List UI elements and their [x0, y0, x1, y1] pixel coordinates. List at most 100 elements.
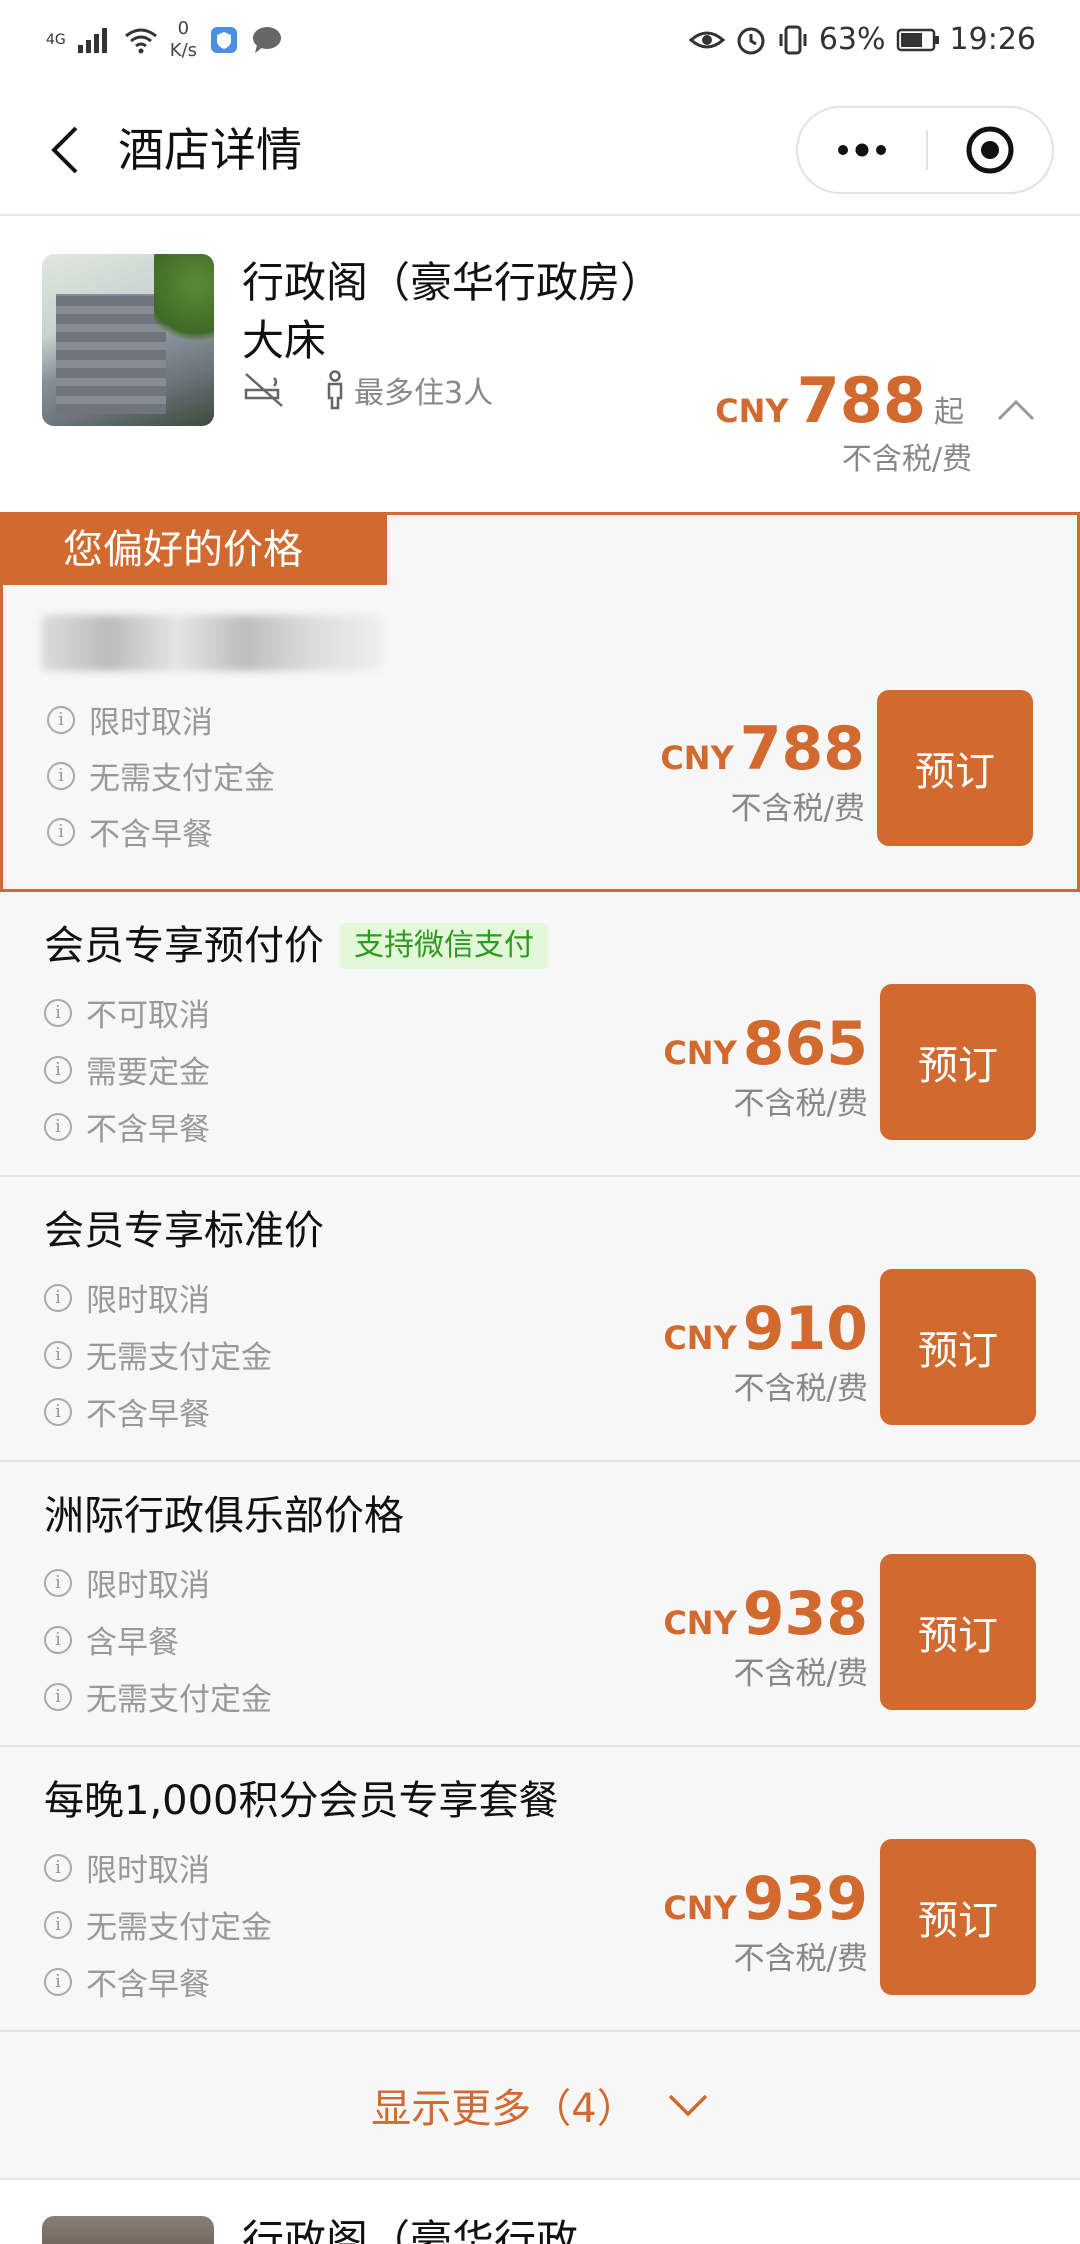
info-icon: i [44, 1625, 72, 1654]
rate-title-row: 每晚1,000积分会员专享套餐 [44, 1773, 559, 1829]
info-icon: i [44, 1112, 72, 1141]
rate-price: CNY 865 不含税/费 [663, 1012, 868, 1123]
price-value: 939 [742, 1864, 868, 1934]
room-name: 行政阁（豪华行政 [242, 2216, 579, 2244]
feature-item: i 无需支付定金 [44, 1902, 272, 1947]
room-price-currency: CNY [715, 392, 789, 430]
rate-price: CNY 938 不含税/费 [663, 1582, 868, 1693]
info-icon: i [47, 761, 75, 790]
room-tax-note: 不含税/费 [841, 442, 972, 477]
battery-percent: 63% [818, 22, 886, 57]
rate-price: CNY 939 不含税/费 [663, 1867, 868, 1978]
info-icon: i [44, 1967, 72, 1996]
occupancy: 最多住3人 [324, 368, 493, 412]
tax-note: 不含税/费 [733, 1941, 868, 1977]
info-icon: i [44, 1397, 72, 1426]
info-icon: i [44, 1055, 72, 1084]
info-icon: i [44, 1682, 72, 1711]
price-currency: CNY [663, 1889, 737, 1927]
feature-item: i 含早餐 [44, 1617, 179, 1662]
price-value: 788 [739, 714, 865, 784]
room-summary[interactable]: 行政阁（豪华行政房）大床 最多住3人 CNY 788 起 不含税/费 [0, 218, 1080, 510]
wifi-icon [124, 28, 157, 54]
rate-list: 您偏好的价格 i 限时取消 i 无需支付定金 i 不含早餐 CNY 788 不含… [0, 512, 1080, 2032]
room-thumbnail[interactable] [42, 254, 214, 426]
rate-title: 会员专享预付价 [44, 923, 324, 969]
rate-item-preferred[interactable]: 您偏好的价格 i 限时取消 i 无需支付定金 i 不含早餐 CNY 788 不含… [0, 512, 1080, 892]
status-bar: 4G 0 K/s 63% 19:26 [0, 0, 1080, 86]
room-thumbnail[interactable] [42, 2216, 214, 2244]
rate-price: CNY 910 不含税/费 [663, 1297, 868, 1408]
info-icon: i [44, 1340, 72, 1369]
feature-item: i 不含早餐 [44, 1104, 210, 1149]
feature-item: i 无需支付定金 [47, 753, 275, 798]
price-currency: CNY [663, 1604, 737, 1642]
clock: 19:26 [949, 22, 1036, 57]
show-more-button[interactable]: 显示更多（4） [0, 2032, 1080, 2180]
book-button[interactable]: 预订 [880, 1269, 1036, 1425]
room-attributes: 最多住3人 [242, 368, 493, 412]
feature-item: i 限时取消 [44, 1275, 210, 1320]
feature-item: i 不含早餐 [47, 809, 213, 854]
rate-item[interactable]: 洲际行政俱乐部价格 i 限时取消 i 含早餐 i 无需支付定金 CNY 938 … [0, 1462, 1080, 1747]
target-icon [966, 126, 1014, 174]
rate-title-blurred [41, 615, 381, 671]
chevron-up-icon[interactable] [996, 398, 1036, 422]
rate-title-row: 洲际行政俱乐部价格 [44, 1488, 404, 1544]
person-icon [327, 370, 343, 410]
price-value: 910 [742, 1294, 868, 1364]
feature-item: i 不含早餐 [44, 1959, 210, 2004]
info-icon: i [44, 998, 72, 1027]
book-button[interactable]: 预订 [880, 1839, 1036, 1995]
signal-icon [77, 28, 107, 53]
price-value: 938 [742, 1579, 868, 1649]
rate-title: 洲际行政俱乐部价格 [44, 1493, 404, 1539]
network-speed: 0 K/s [169, 18, 198, 61]
occupancy-label: 最多住3人 [354, 376, 494, 411]
message-icon [253, 27, 282, 53]
mini-program-capsule [796, 106, 1054, 194]
info-icon: i [44, 1568, 72, 1597]
feature-item: i 限时取消 [44, 1845, 210, 1890]
book-button[interactable]: 预订 [877, 690, 1033, 846]
feature-item: i 不含早餐 [44, 1389, 210, 1434]
room-name: 行政阁（豪华行政房）大床 [242, 258, 642, 365]
show-more-label: 显示更多（4） [371, 2086, 637, 2132]
more-dots-icon [838, 143, 886, 157]
room-price-value: 788 [796, 364, 926, 437]
shield-icon [211, 27, 238, 53]
battery-icon [896, 28, 939, 51]
feature-item: i 限时取消 [44, 1560, 210, 1605]
book-button[interactable]: 预订 [880, 1554, 1036, 1710]
rate-title: 会员专享标准价 [44, 1208, 324, 1254]
book-button[interactable]: 预订 [880, 984, 1036, 1140]
feature-item: i 无需支付定金 [44, 1332, 272, 1377]
rate-title-row: 会员专享标准价 [44, 1203, 324, 1259]
no-smoking-icon [244, 373, 283, 407]
rate-title-row: 会员专享预付价 支持微信支付 [44, 918, 548, 974]
eye-icon [688, 31, 725, 48]
close-mini-program-button[interactable] [928, 108, 1052, 192]
tax-note: 不含税/费 [733, 1656, 868, 1692]
rate-item[interactable]: 会员专享标准价 i 限时取消 i 无需支付定金 i 不含早餐 CNY 910 不… [0, 1177, 1080, 1462]
next-room-summary[interactable]: 行政阁（豪华行政 [0, 2182, 1080, 2244]
nav-header: 酒店详情 [0, 86, 1080, 216]
alarm-icon [737, 27, 765, 54]
price-currency: CNY [660, 739, 734, 777]
rate-price: CNY 788 不含税/费 [660, 717, 865, 828]
price-currency: CNY [663, 1034, 737, 1072]
price-currency: CNY [663, 1319, 737, 1357]
chevron-down-icon [668, 2094, 707, 2117]
feature-item: i 需要定金 [44, 1047, 210, 1092]
status-left: 4G 0 K/s [46, 18, 283, 62]
room-price-from: 起 [934, 395, 964, 430]
rate-item[interactable]: 会员专享预付价 支持微信支付 i 不可取消 i 需要定金 i 不含早餐 CNY … [0, 892, 1080, 1177]
more-button[interactable] [798, 108, 926, 192]
rate-title: 每晚1,000积分会员专享套餐 [44, 1778, 559, 1824]
feature-item: i 限时取消 [47, 697, 213, 742]
back-button[interactable] [40, 120, 90, 180]
rate-item[interactable]: 每晚1,000积分会员专享套餐 i 限时取消 i 无需支付定金 i 不含早餐 C… [0, 1747, 1080, 2032]
status-right: 63% 19:26 [688, 22, 1036, 57]
feature-item: i 无需支付定金 [44, 1674, 272, 1719]
network-type: 4G [46, 32, 66, 48]
